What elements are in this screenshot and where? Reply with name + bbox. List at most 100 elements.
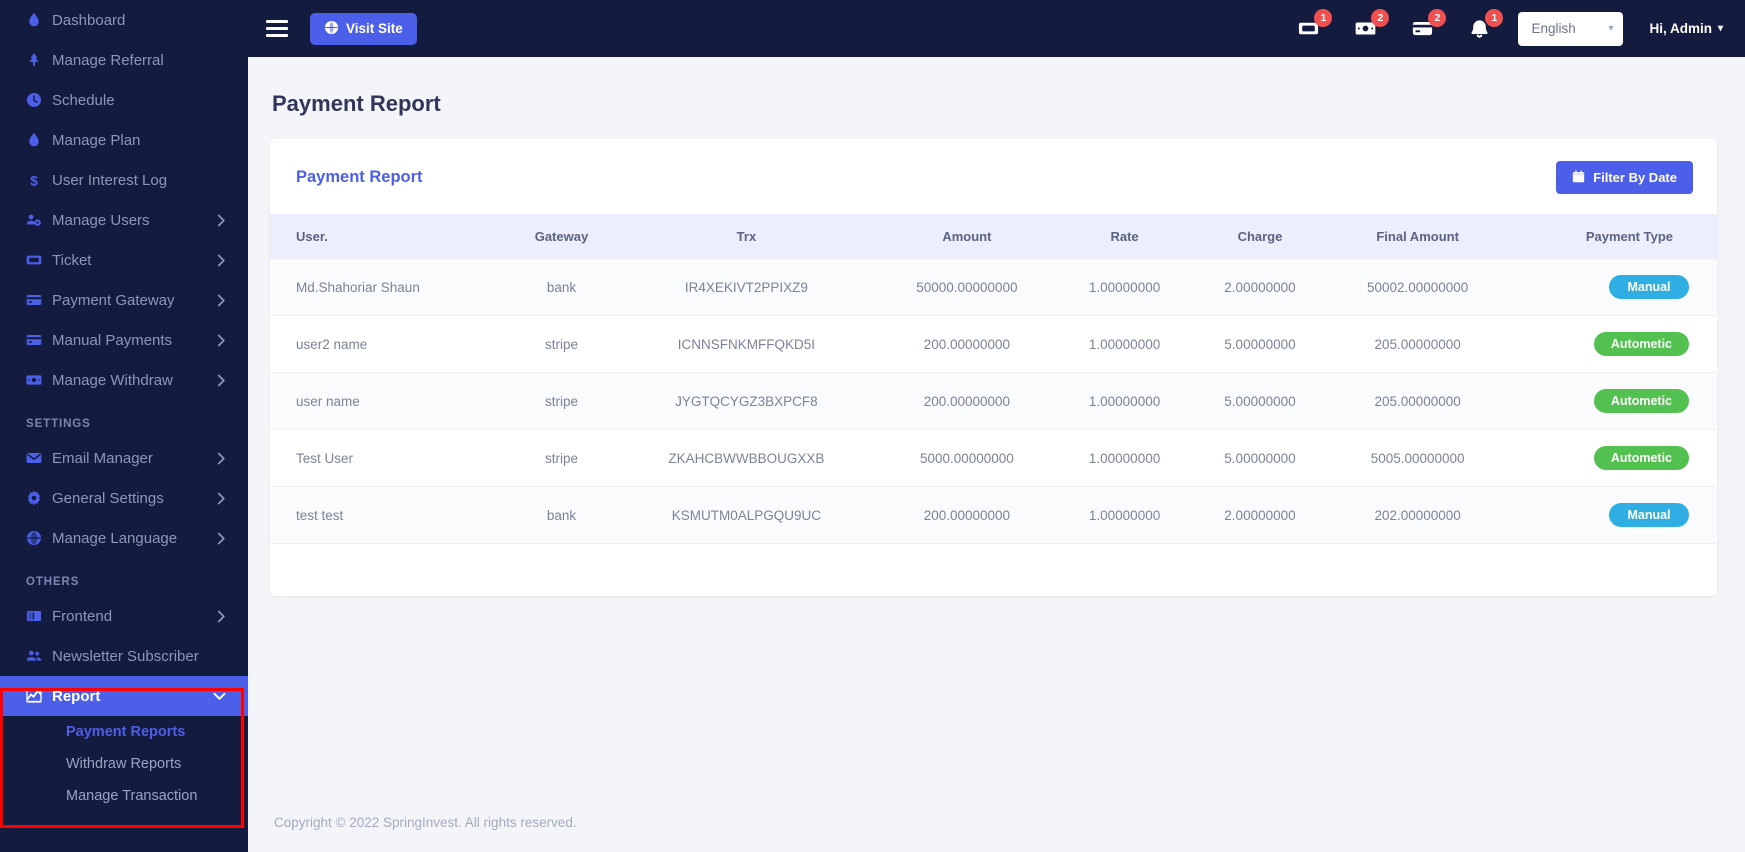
sidebar-item-manage-plan[interactable]: Manage Plan — [0, 120, 248, 160]
cell-payment-type: Autometic — [1507, 372, 1717, 430]
cell-rate: 1.00000000 — [1056, 429, 1193, 487]
sidebar-item-label: Manage Language — [52, 529, 178, 547]
cell-charge: 2.00000000 — [1192, 486, 1328, 544]
credit-card-icon[interactable]: 2 — [1412, 9, 1447, 39]
chart-line-icon — [26, 688, 52, 704]
sidebar-item-newsletter-subscriber[interactable]: Newsletter Subscriber — [0, 636, 248, 676]
chevron-down-icon — [213, 692, 226, 701]
bell-icon[interactable]: 1 — [1469, 9, 1504, 39]
table-header-row: User. Gateway Trx Amount Rate Charge Final Amo… — [270, 214, 1717, 259]
cell-user: Test User — [270, 429, 507, 487]
sidebar-item-ticket[interactable]: Ticket — [0, 240, 248, 280]
sidebar-subitem-withdraw-reports[interactable]: Withdraw Reports — [0, 748, 248, 780]
cell-charge: 5.00000000 — [1192, 315, 1328, 373]
sidebar-item-label: Frontend — [52, 607, 113, 625]
filter-by-date-label: Filter By Date — [1593, 170, 1677, 185]
cell-amount: 5000.00000000 — [876, 429, 1057, 487]
cell-rate: 1.00000000 — [1056, 486, 1193, 544]
sidebar-item-label: Ticket — [52, 251, 92, 269]
chevron-right-icon — [217, 214, 226, 227]
column-header: Rate — [1110, 229, 1139, 244]
sidebar-item-frontend[interactable]: Frontend — [0, 596, 248, 636]
sidebar-item-label: Payment Gateway — [52, 291, 175, 309]
sidebar-item-manage-language[interactable]: Manage Language — [0, 518, 248, 558]
sidebar-item-dashboard[interactable]: Dashboard — [0, 0, 248, 40]
column-header: Final Amount — [1376, 229, 1459, 244]
status-badge: Manual — [1609, 275, 1689, 299]
filter-by-date-button[interactable]: Filter By Date — [1556, 161, 1693, 194]
language-select[interactable]: English ▾ — [1518, 11, 1624, 46]
cell-user: user name — [270, 372, 507, 430]
cell-charge: 5.00000000 — [1192, 372, 1328, 430]
sidebar-item-email-manager[interactable]: Email Manager — [0, 438, 248, 478]
sidebar-settings-nav: Email Manager General Settings Manage Lang… — [0, 438, 248, 558]
hamburger-icon[interactable] — [266, 20, 292, 37]
table-row: Md.Shahoriar Shaun bank IR4XEKIVT2PPIXZ9 50… — [270, 259, 1717, 316]
layout-icon — [26, 608, 52, 624]
column-header: Amount — [942, 229, 992, 244]
cell-gateway: stripe — [506, 429, 616, 487]
payment-report-table: User. Gateway Trx Amount Rate Charge Final Amo… — [270, 214, 1717, 544]
cell-amount: 200.00000000 — [876, 372, 1057, 430]
sidebar-item-manage-referral[interactable]: Manage Referral — [0, 40, 248, 80]
sidebar-heading-settings: SETTINGS — [26, 418, 91, 430]
chevron-right-icon — [217, 532, 226, 545]
ticket-icon[interactable]: 1 — [1298, 9, 1333, 39]
visit-site-button[interactable]: Visit Site — [310, 12, 417, 45]
credit-card-icon — [26, 332, 52, 348]
admin-label: Hi, Admin — [1649, 21, 1712, 36]
sidebar-item-label: Schedule — [52, 91, 115, 109]
cell-gateway: bank — [506, 259, 616, 316]
sidebar-item-report-group: Report Payment Reports Withdraw Reports Man… — [0, 676, 248, 812]
cell-trx: ZKAHCBWWBBOUGXXB — [615, 429, 877, 487]
users-gear-icon — [26, 212, 52, 228]
clock-icon — [26, 92, 52, 108]
sidebar-item-user-interest-log[interactable]: $ User Interest Log — [0, 160, 248, 200]
column-header: Gateway — [534, 229, 589, 244]
chevron-right-icon — [217, 610, 226, 623]
notification-badge: 1 — [1314, 9, 1333, 27]
sidebar-item-label: Manage Users — [52, 211, 150, 229]
status-badge: Autometic — [1593, 446, 1689, 470]
sidebar-item-manage-withdraw[interactable]: Manage Withdraw — [0, 360, 248, 400]
table-head: User. Gateway Trx Amount Rate Charge Final Amo… — [270, 214, 1717, 259]
sidebar-item-payment-gateway[interactable]: Payment Gateway — [0, 280, 248, 320]
sidebar-item-manage-users[interactable]: Manage Users — [0, 200, 248, 240]
payment-report-card: Payment Report Filter By Date User. Gatew… — [270, 139, 1717, 596]
cell-trx: IR4XEKIVT2PPIXZ9 — [615, 259, 877, 316]
column-header: User. — [296, 229, 328, 244]
sidebar-item-manual-payments[interactable]: Manual Payments — [0, 320, 248, 360]
admin-user-menu[interactable]: Hi, Admin ▾ — [1649, 21, 1723, 36]
sidebar-item-label: Manage Plan — [52, 131, 141, 149]
status-badge: Autometic — [1593, 389, 1689, 413]
cell-user: user2 name — [270, 315, 507, 373]
footer: Copyright © 2022 SpringInvest. All right… — [248, 792, 1745, 852]
chevron-down-icon: ▾ — [1717, 23, 1723, 34]
cell-trx: JYGTQCYGZ3BXPCF8 — [615, 372, 877, 430]
cell-amount: 50000.00000000 — [876, 259, 1057, 316]
cell-gateway: stripe — [506, 372, 616, 430]
table-row: Test User stripe ZKAHCBWWBBOUGXXB 5000.0000… — [270, 429, 1717, 487]
chevron-right-icon — [217, 334, 226, 347]
money-bill-icon[interactable]: 2 — [1355, 9, 1390, 39]
cell-trx: ICNNSFNKMFFQKD5I — [615, 315, 877, 373]
cell-rate: 1.00000000 — [1056, 315, 1193, 373]
cell-final-amount: 205.00000000 — [1327, 372, 1508, 430]
tree-icon — [26, 52, 52, 68]
sidebar-item-label: Manage Referral — [52, 51, 164, 69]
sidebar-item-schedule[interactable]: Schedule — [0, 80, 248, 120]
chevron-right-icon — [217, 294, 226, 307]
sidebar-subitem-manage-transaction[interactable]: Manage Transaction — [0, 780, 248, 812]
status-badge: Autometic — [1593, 332, 1689, 356]
sidebar-subitem-payment-reports[interactable]: Payment Reports — [0, 716, 248, 748]
water-drop-icon — [26, 132, 52, 148]
chevron-down-icon: ▾ — [1608, 23, 1614, 34]
chevron-right-icon — [217, 452, 226, 465]
sidebar-item-report[interactable]: Report — [0, 676, 248, 716]
sidebar-item-label: Manual Payments — [52, 331, 173, 349]
notification-badge: 2 — [1428, 9, 1447, 27]
cell-final-amount: 50002.00000000 — [1327, 259, 1508, 316]
sidebar-item-general-settings[interactable]: General Settings — [0, 478, 248, 518]
report-submenu: Payment Reports Withdraw Reports Manage Tr… — [0, 716, 248, 812]
cell-user: test test — [270, 486, 507, 544]
